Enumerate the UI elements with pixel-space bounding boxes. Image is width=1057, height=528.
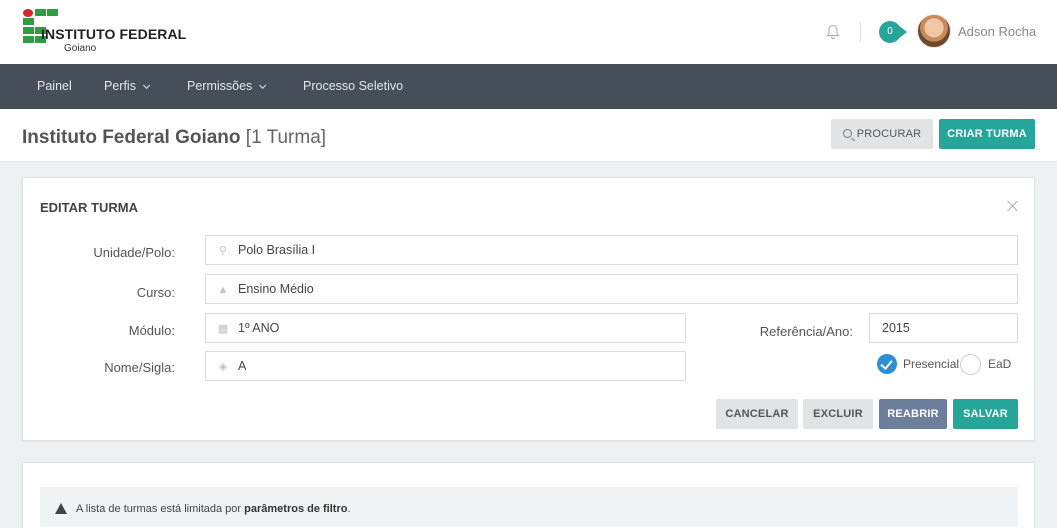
curso-value: Ensino Médio <box>238 282 314 296</box>
ead-radio[interactable] <box>960 354 981 375</box>
ead-label[interactable]: EaD <box>988 357 1011 371</box>
close-icon[interactable] <box>1007 200 1019 212</box>
search-button-label: PROCURAR <box>856 128 922 140</box>
delete-button[interactable]: EXCLUIR <box>803 399 873 429</box>
page-title: Instituto Federal Goiano [1 Turma] <box>22 127 326 149</box>
nome-label: Nome/Sigla: <box>104 360 175 375</box>
nav-item-label: Painel <box>37 79 72 93</box>
warning-icon <box>55 503 67 514</box>
search-button[interactable]: PROCURAR <box>831 119 933 149</box>
map-pin-icon: ⚲ <box>218 245 228 257</box>
curso-field[interactable]: ▲ Ensino Médio <box>205 274 1018 304</box>
nav-item-permissoes[interactable]: Permissões <box>187 79 267 93</box>
filter-alert: A lista de turmas está limitada por parâ… <box>40 487 1018 527</box>
page-title-count: [1 Turma] <box>245 127 327 148</box>
sitemap-icon: ▩ <box>217 323 229 335</box>
notification-badge[interactable]: 0 <box>879 21 915 43</box>
logo-subtitle: Goiano <box>64 43 97 54</box>
user-name[interactable]: Adson Rocha <box>958 24 1036 39</box>
reopen-button-label: REABRIR <box>887 408 939 420</box>
page-title-text: Instituto Federal Goiano <box>22 127 241 148</box>
modulo-label: Módulo: <box>128 323 175 338</box>
delete-button-label: EXCLUIR <box>813 408 863 420</box>
nome-field[interactable]: ◈ A <box>205 351 686 381</box>
unidade-field[interactable]: ⚲ Polo Brasília I <box>205 235 1018 265</box>
unidade-value: Polo Brasília I <box>238 243 316 257</box>
card-title: EDITAR TURMA <box>40 200 138 215</box>
nav-item-label: Permissões <box>187 79 253 93</box>
alert-prefix: A lista de turmas está limitada por <box>76 503 242 515</box>
header-divider <box>860 22 861 42</box>
top-header: INSTITUTO FEDERAL Goiano 0 Adson Rocha <box>0 0 1057 64</box>
cancel-button[interactable]: CANCELAR <box>716 399 798 429</box>
nav-item-processo-seletivo[interactable]: Processo Seletivo <box>303 79 403 93</box>
referencia-value: 2015 <box>882 321 910 335</box>
search-icon <box>842 129 852 138</box>
modulo-field[interactable]: ▩ 1º ANO <box>205 313 686 343</box>
save-button[interactable]: SALVAR <box>953 399 1018 429</box>
nav-item-label: Perfis <box>104 79 136 93</box>
alert-suffix: . <box>347 503 351 515</box>
edit-class-card: EDITAR TURMA Unidade/Polo: ⚲ Polo Brasíli… <box>22 177 1035 441</box>
tag-icon: ◈ <box>218 361 228 373</box>
save-button-label: SALVAR <box>963 408 1008 420</box>
avatar[interactable] <box>917 14 951 48</box>
create-class-button[interactable]: CRIAR TURMA <box>939 119 1035 149</box>
create-button-label: CRIAR TURMA <box>947 128 1027 140</box>
reopen-button[interactable]: REABRIR <box>879 399 947 429</box>
nav-item-perfis[interactable]: Perfis <box>104 79 151 93</box>
cancel-button-label: CANCELAR <box>725 408 789 420</box>
presencial-label[interactable]: Presencial <box>903 357 959 371</box>
nav-item-label: Processo Seletivo <box>303 79 404 93</box>
logo[interactable]: INSTITUTO FEDERAL Goiano <box>23 9 203 59</box>
class-list-card: A lista de turmas está limitada por parâ… <box>22 462 1035 528</box>
chevron-down-icon <box>143 81 151 89</box>
modulo-value: 1º ANO <box>238 321 280 335</box>
chevron-down-icon <box>259 81 267 89</box>
page-header: Instituto Federal Goiano [1 Turma] PROCU… <box>0 109 1057 162</box>
alert-bold: parâmetros de filtro <box>244 503 348 515</box>
nav-item-painel[interactable]: Painel <box>37 79 72 93</box>
referencia-field[interactable]: 2015 <box>869 313 1018 343</box>
alert-text: A lista de turmas está limitada por parâ… <box>76 503 351 515</box>
nome-value: A <box>238 359 247 373</box>
logo-title: INSTITUTO FEDERAL <box>41 26 187 42</box>
notification-count: 0 <box>879 21 901 43</box>
unidade-label: Unidade/Polo: <box>93 245 175 260</box>
curso-label: Curso: <box>136 285 175 300</box>
presencial-radio[interactable] <box>877 354 897 374</box>
graduation-cap-icon: ▲ <box>217 284 229 296</box>
bell-icon[interactable] <box>826 24 840 40</box>
main-navbar: Painel Perfis Permissões Processo Seleti… <box>0 64 1057 109</box>
referencia-label: Referência/Ano: <box>759 324 853 339</box>
